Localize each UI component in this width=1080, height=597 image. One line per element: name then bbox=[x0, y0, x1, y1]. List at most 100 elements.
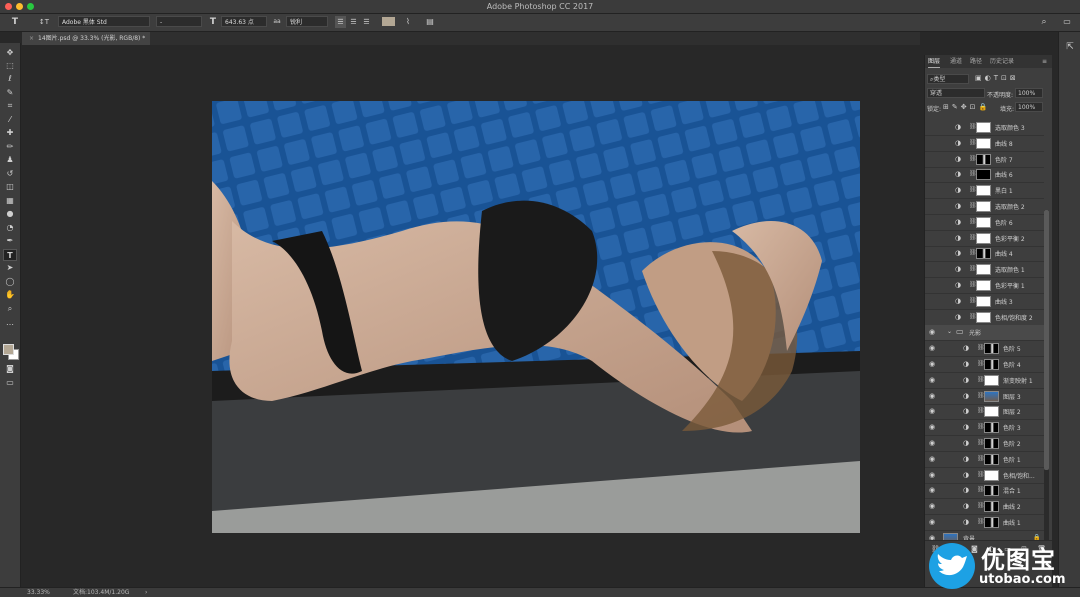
layer-row[interactable]: ◉ ◑ ⛓ 图层 2 bbox=[925, 404, 1044, 421]
layer-mask-thumbnail[interactable] bbox=[976, 201, 991, 212]
path-select-icon[interactable]: ➤ bbox=[3, 262, 17, 274]
foreground-color-swatch[interactable] bbox=[3, 344, 14, 355]
visibility-eye-icon[interactable] bbox=[929, 265, 937, 273]
visibility-eye-icon[interactable]: ◉ bbox=[929, 344, 937, 352]
layer-mask-thumbnail[interactable] bbox=[976, 248, 991, 260]
visibility-eye-icon[interactable]: ◉ bbox=[929, 423, 937, 431]
visibility-eye-icon[interactable]: ◉ bbox=[929, 439, 937, 447]
visibility-eye-icon[interactable]: ◉ bbox=[929, 518, 937, 526]
lock-icons[interactable]: ⊞✎✥⊡🔒 bbox=[943, 103, 990, 111]
clone-stamp-icon[interactable]: ♟ bbox=[3, 154, 17, 166]
layer-mask-thumbnail[interactable] bbox=[976, 264, 991, 276]
layer-mask-thumbnail[interactable] bbox=[976, 232, 991, 244]
layer-row[interactable]: ◑ ⛓ 选取颜色 1 bbox=[925, 262, 1044, 279]
visibility-eye-icon[interactable] bbox=[929, 297, 937, 305]
layer-row[interactable]: ◉ ◑ ⛓ 曲线 1 bbox=[925, 515, 1044, 531]
visibility-eye-icon[interactable]: ◉ bbox=[929, 502, 937, 510]
scrollbar-thumb[interactable] bbox=[1044, 210, 1049, 470]
blur-tool-icon[interactable]: ● bbox=[3, 208, 17, 220]
layer-row[interactable]: ◑ ⛓ 色阶 6 bbox=[925, 215, 1044, 231]
layer-row[interactable]: ◑ ⛓ 曲线 6 bbox=[925, 167, 1044, 184]
layer-row[interactable]: ◑ ⛓ 色阶 7 bbox=[925, 152, 1044, 168]
layer-mask-thumbnail[interactable] bbox=[976, 280, 991, 291]
document-tab[interactable]: × 14图片.psd @ 33.3% (光影, RGB/8) * bbox=[22, 32, 150, 45]
tab-paths[interactable]: 路径 bbox=[970, 57, 982, 67]
visibility-eye-icon[interactable] bbox=[929, 313, 937, 321]
lasso-tool-icon[interactable]: ℓ bbox=[3, 73, 17, 85]
group-expand-chevron-icon[interactable]: ⌄ bbox=[947, 328, 952, 335]
visibility-eye-icon[interactable]: ◉ bbox=[929, 328, 937, 336]
layer-mask-thumbnail[interactable] bbox=[976, 137, 991, 149]
visibility-eye-icon[interactable]: ◉ bbox=[929, 486, 937, 494]
layer-mask-thumbnail[interactable] bbox=[984, 343, 999, 355]
visibility-eye-icon[interactable] bbox=[929, 281, 937, 289]
healing-brush-icon[interactable]: ✚ bbox=[3, 127, 17, 139]
layer-row[interactable]: ◉ ◑ ⛓ 曲线 2 bbox=[925, 499, 1044, 516]
eyedropper-tool-icon[interactable]: ⁄ bbox=[3, 114, 17, 126]
fill-field[interactable]: 100% bbox=[1015, 102, 1043, 112]
layer-row[interactable]: ◉ ◑ ⛓ 渐变映射 1 bbox=[925, 373, 1044, 389]
gradient-tool-icon[interactable]: ▦ bbox=[3, 195, 17, 207]
layer-group-row[interactable]: ◉ ⌄ ▭ 光影 bbox=[925, 325, 1044, 342]
layer-row[interactable]: ◑ ⛓ 曲线 4 bbox=[925, 246, 1044, 263]
layer-mask-thumbnail[interactable] bbox=[984, 438, 999, 449]
layer-row[interactable]: ◑ ⛓ 曲线 8 bbox=[925, 136, 1044, 152]
tab-history[interactable]: 历史记录 bbox=[990, 57, 1014, 67]
visibility-eye-icon[interactable] bbox=[929, 186, 937, 194]
toggle-text-orientation-icon[interactable]: ↕T bbox=[38, 16, 50, 28]
tab-layers[interactable]: 图层 bbox=[928, 57, 941, 68]
layer-row[interactable]: ◉ ◑ ⛓ 混合 1 bbox=[925, 483, 1044, 500]
hand-tool-icon[interactable]: ✋ bbox=[3, 289, 17, 301]
layer-row[interactable]: ◑ ⛓ 选取颜色 2 bbox=[925, 199, 1044, 215]
layer-mask-thumbnail[interactable] bbox=[984, 390, 999, 402]
layer-mask-thumbnail[interactable] bbox=[976, 185, 991, 197]
visibility-eye-icon[interactable] bbox=[929, 155, 937, 163]
history-brush-icon[interactable]: ↺ bbox=[3, 168, 17, 180]
visibility-eye-icon[interactable]: ◉ bbox=[929, 455, 937, 463]
crop-tool-icon[interactable]: ⌗ bbox=[3, 100, 17, 112]
workspace-icon[interactable]: ▭ bbox=[1060, 16, 1074, 28]
blend-mode-select[interactable]: 穿透 bbox=[927, 88, 985, 98]
zoom-tool-icon[interactable]: ⌕ bbox=[3, 303, 17, 315]
dodge-tool-icon[interactable]: ◔ bbox=[3, 222, 17, 234]
more-tools-icon[interactable]: … bbox=[3, 317, 17, 329]
anti-alias-select[interactable]: 锐利 bbox=[286, 16, 328, 27]
panel-menu-icon[interactable]: ≡ bbox=[1042, 57, 1047, 67]
move-tool-icon[interactable]: ✥ bbox=[3, 47, 17, 59]
visibility-eye-icon[interactable] bbox=[929, 139, 937, 147]
layer-mask-thumbnail[interactable] bbox=[984, 517, 999, 528]
brush-tool-icon[interactable]: ✏ bbox=[3, 141, 17, 153]
visibility-eye-icon[interactable]: ◉ bbox=[929, 471, 937, 479]
visibility-eye-icon[interactable] bbox=[929, 249, 937, 257]
align-center-icon[interactable]: ☰ bbox=[348, 16, 359, 28]
tab-channels[interactable]: 通道 bbox=[950, 57, 962, 67]
layer-row[interactable]: ◑ ⛓ 黑白 1 bbox=[925, 183, 1044, 200]
layer-mask-thumbnail[interactable] bbox=[976, 153, 991, 165]
layer-mask-thumbnail[interactable] bbox=[984, 406, 999, 418]
layer-mask-thumbnail[interactable] bbox=[984, 469, 999, 481]
layer-mask-thumbnail[interactable] bbox=[984, 453, 999, 465]
screen-mode-icon[interactable]: ▭ bbox=[3, 377, 17, 389]
layer-mask-thumbnail[interactable] bbox=[984, 501, 999, 513]
warp-text-icon[interactable]: ⌇ bbox=[402, 16, 414, 28]
layer-mask-thumbnail[interactable] bbox=[984, 485, 999, 497]
close-tab-icon[interactable]: × bbox=[29, 35, 34, 42]
layer-row[interactable]: ◉ ◑ ⛓ 色相/饱和... bbox=[925, 468, 1044, 484]
visibility-eye-icon[interactable] bbox=[929, 202, 937, 210]
layer-mask-thumbnail[interactable] bbox=[976, 311, 991, 323]
visibility-eye-icon[interactable] bbox=[929, 218, 937, 226]
visibility-eye-icon[interactable] bbox=[929, 170, 937, 178]
layer-row[interactable]: ◑ ⛓ 色相/饱和度 2 bbox=[925, 310, 1044, 326]
visibility-eye-icon[interactable] bbox=[929, 123, 937, 131]
pen-tool-icon[interactable]: ✒ bbox=[3, 235, 17, 247]
font-size-field[interactable]: 643.63 点 bbox=[221, 16, 267, 27]
properties-panel-icon[interactable]: ⇱ bbox=[1064, 42, 1076, 54]
text-color-swatch[interactable] bbox=[382, 17, 395, 26]
eraser-tool-icon[interactable]: ◫ bbox=[3, 181, 17, 193]
quick-mask-icon[interactable]: ◙ bbox=[3, 363, 17, 375]
layer-row[interactable]: ◉ ◑ ⛓ 图层 3 bbox=[925, 389, 1044, 405]
layer-row[interactable]: ◑ ⛓ 色彩平衡 1 bbox=[925, 278, 1044, 294]
marquee-tool-icon[interactable]: ⬚ bbox=[3, 60, 17, 72]
layer-row[interactable]: ◑ ⛓ 选取颜色 3 bbox=[925, 120, 1044, 136]
layer-filter-icons[interactable]: ▣◐T⊡⊠ bbox=[975, 74, 1019, 82]
